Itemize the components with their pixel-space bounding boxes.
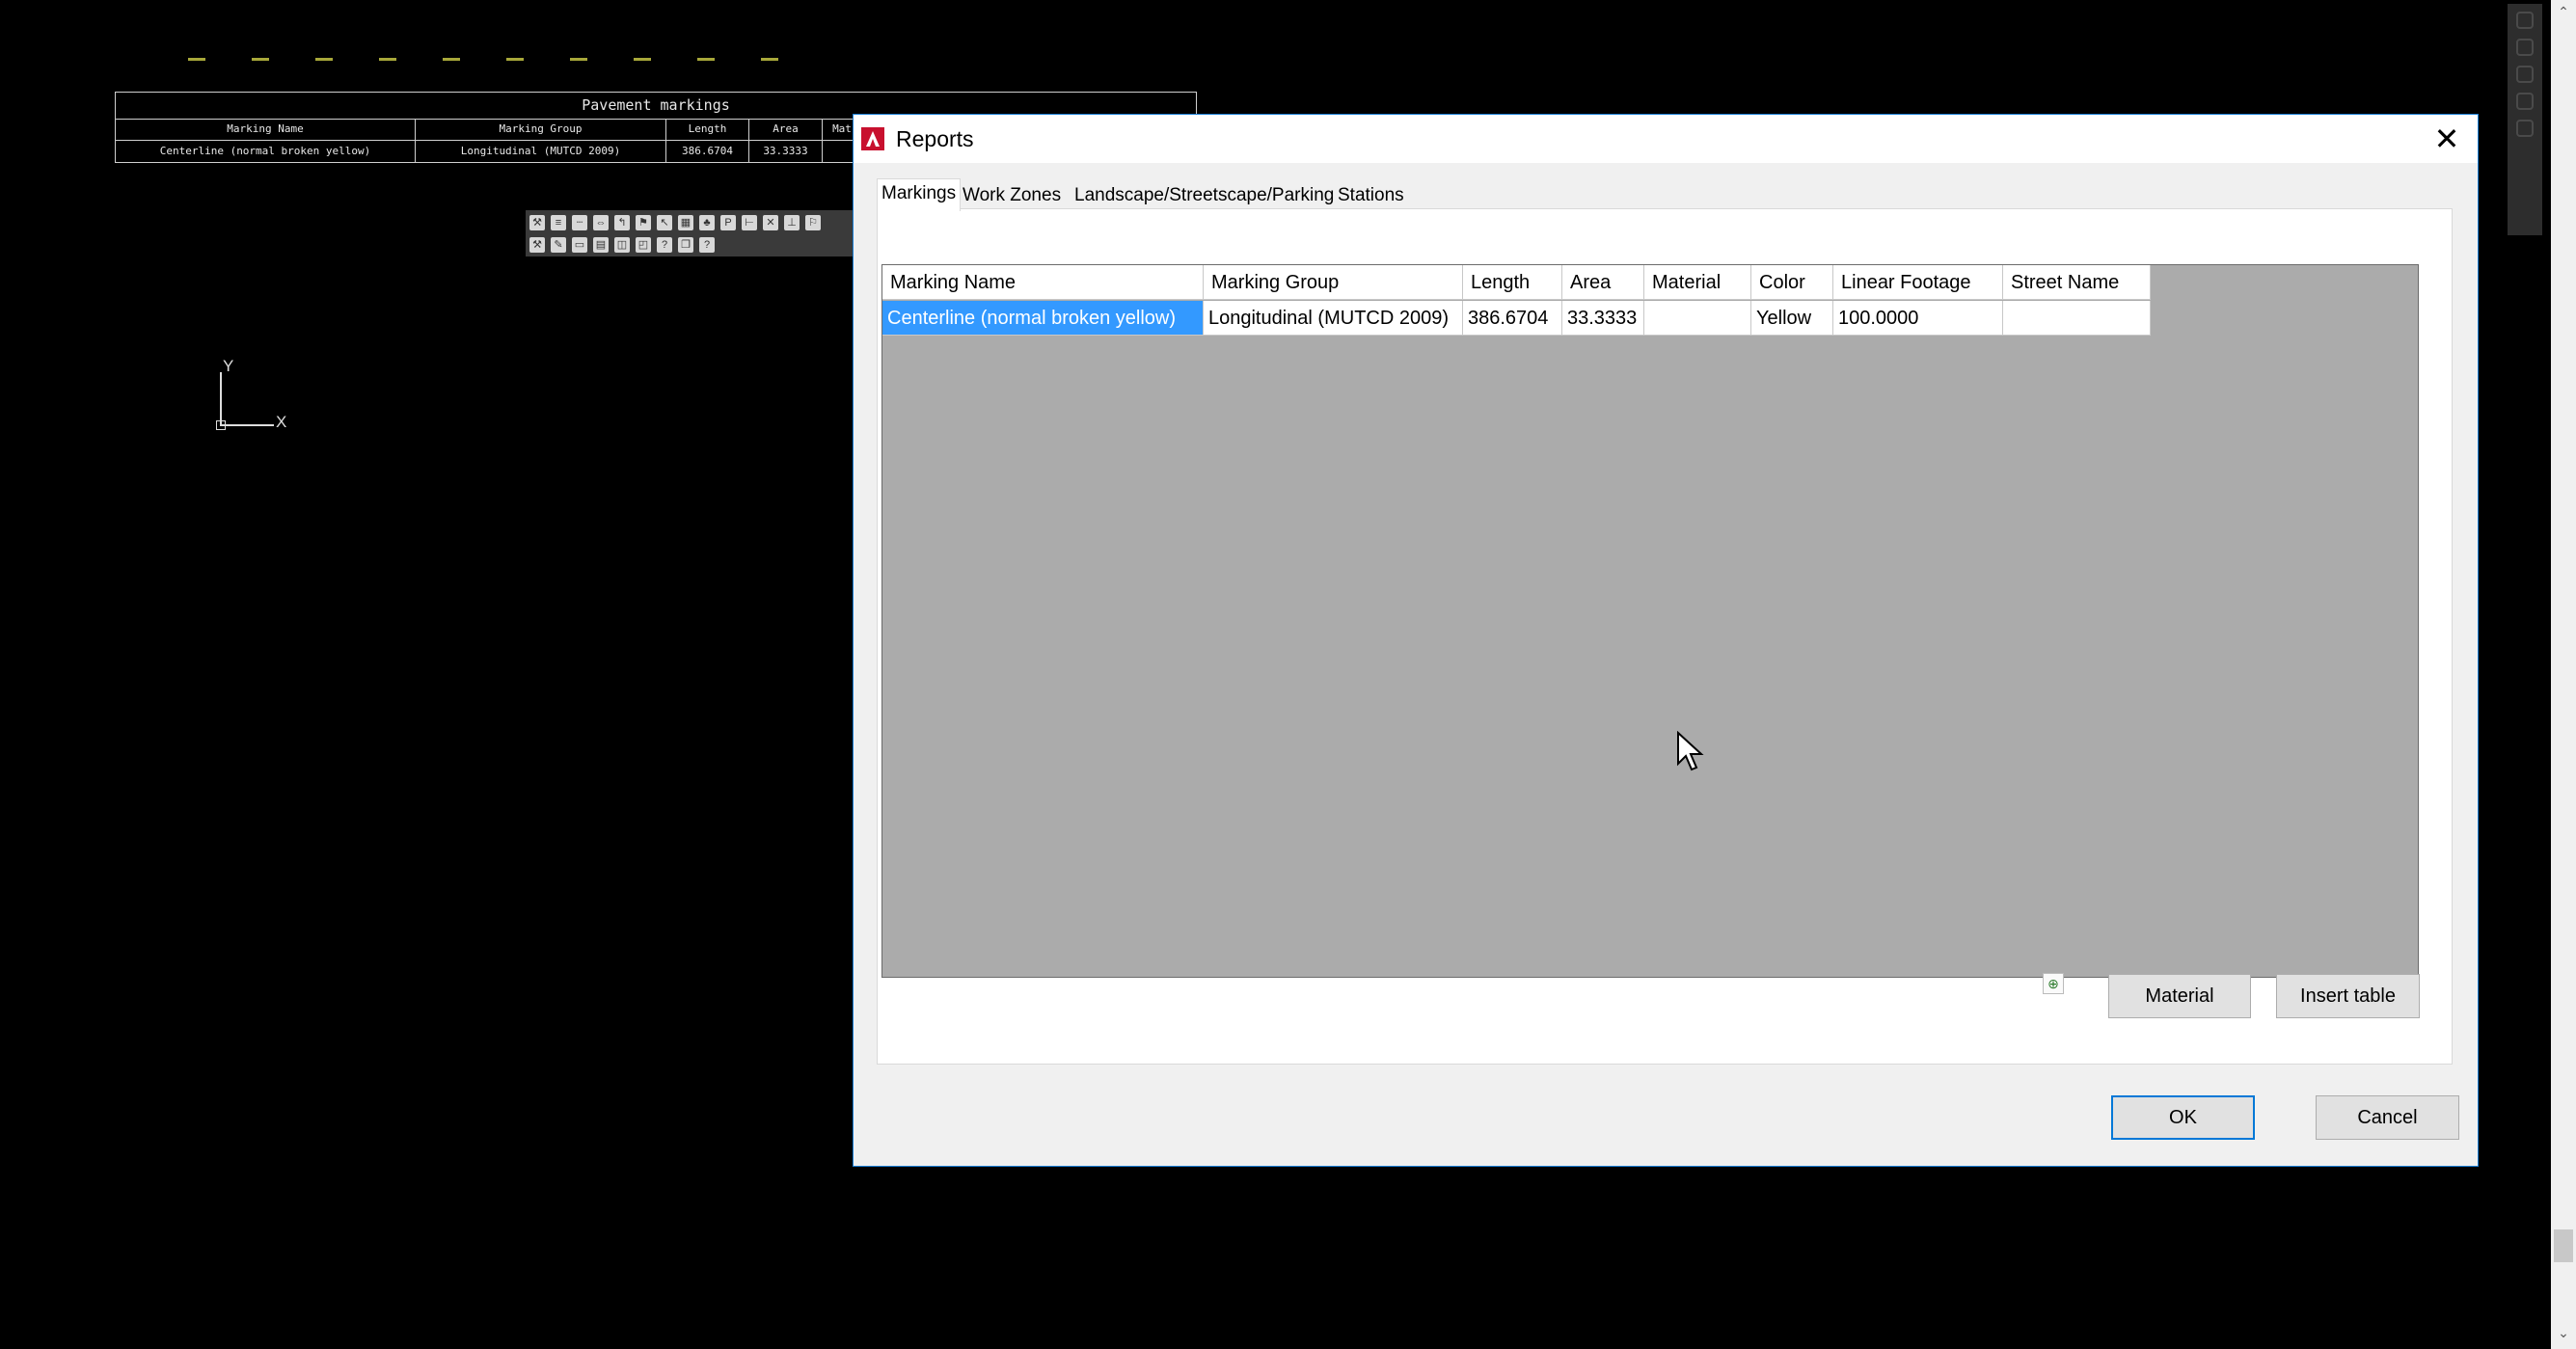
cursor-icon[interactable]: ↖ [657,215,672,230]
grid-cell-marking-group[interactable]: Longitudinal (MUTCD 2009) [1204,301,1463,336]
cad-header-cell: Marking Name [116,119,416,140]
scroll-up-icon[interactable]: ⌃ [2551,0,2576,23]
cad-header-cell: Area [749,119,823,140]
grid-header-street-name[interactable]: Street Name [2003,265,2151,300]
ucs-icon: Y X [216,357,293,432]
tab-work-zones[interactable]: Work Zones [959,182,1066,209]
material-button[interactable]: Material [2108,974,2251,1018]
cad-data-cell: 33.3333 [749,141,823,162]
grid-header-length[interactable]: Length [1463,265,1562,300]
grid-cell-length[interactable]: 386.6704 [1463,301,1562,336]
cross-icon[interactable]: ✕ [763,215,778,230]
wrench-icon[interactable]: ⚒ [529,237,545,253]
tree-icon[interactable]: ♣ [699,215,715,230]
align-icon[interactable]: ⊥ [784,215,800,230]
tab-markings[interactable]: Markings [877,178,962,211]
cad-data-cell: 386.6704 [666,141,749,162]
cad-data-cell: Centerline (normal broken yellow) [116,141,416,162]
yellow-broken-centerline [183,58,800,64]
marking-icon[interactable]: ▭ [572,237,587,253]
close-icon[interactable]: ✕ [2429,122,2464,155]
cad-data-cell: Longitudinal (MUTCD 2009) [416,141,666,162]
question-icon[interactable]: ? [657,237,672,253]
grid-cell-street-name[interactable] [2003,301,2151,336]
ucs-y-label: Y [223,357,234,375]
tab-landscape-streetscape-parking[interactable]: Landscape/Streetscape/Parking [1071,182,1339,209]
grid-header-area[interactable]: Area [1562,265,1644,300]
zone-icon[interactable]: ◫ [614,237,630,253]
line-icon[interactable]: ┄ [572,215,587,230]
list-icon[interactable]: ≡ [551,215,566,230]
table-icon[interactable]: ▤ [593,237,609,253]
dialog-title: Reports [896,126,974,151]
grid-cell-material[interactable] [1644,301,1751,336]
grid-header-material[interactable]: Material [1644,265,1751,300]
steering-wheel-icon[interactable] [2516,12,2534,29]
grid-cell-linear-footage[interactable]: 100.0000 [1833,301,2003,336]
ucs-x-label: X [276,413,287,431]
grid-icon[interactable]: ▦ [678,215,693,230]
grid-cell-marking-name[interactable]: Centerline (normal broken yellow) [882,301,1204,336]
measure-icon[interactable]: ⊢ [742,215,757,230]
scroll-down-icon[interactable]: ⌄ [2551,1321,2576,1344]
flag-icon[interactable]: ⚐ [805,215,821,230]
grid-header-marking-group[interactable]: Marking Group [1204,265,1463,300]
wrench-icon[interactable]: ⚒ [529,215,545,230]
reports-dialog: Reports ✕ Markings Work Zones Landscape/… [853,114,2479,1167]
grid-cell-color[interactable]: Yellow [1751,301,1833,336]
dimension-icon[interactable]: ⇔ [593,215,609,230]
arrow-icon[interactable]: ↰ [614,215,630,230]
cad-header-cell: Marking Group [416,119,666,140]
orbit-icon[interactable] [2516,93,2534,110]
cancel-button[interactable]: Cancel [2316,1095,2459,1140]
mouse-pointer-icon [1677,731,1704,771]
station-icon[interactable]: ◰ [636,237,651,253]
vertical-scrollbar[interactable]: ⌃ ⌄ [2551,0,2576,1349]
insert-table-button[interactable]: Insert table [2276,974,2420,1018]
grid-cell-area[interactable]: 33.3333 [1562,301,1644,336]
cad-header-cell: Length [666,119,749,140]
pan-icon[interactable] [2516,39,2534,56]
tab-stations[interactable]: Stations [1334,182,1408,209]
help-icon[interactable]: ? [699,237,715,253]
navigation-bar[interactable] [2508,4,2542,235]
sign-icon[interactable]: ⚑ [636,215,651,230]
autocad-app-icon [861,127,884,150]
ok-button[interactable]: OK [2111,1095,2255,1140]
zoom-to-marking-icon[interactable]: ⊕ [2043,973,2064,994]
dialog-titlebar[interactable]: Reports ✕ [854,115,2478,163]
windows-icon[interactable]: ❐ [678,237,693,253]
pencil-icon[interactable]: ✎ [551,237,566,253]
markings-grid[interactable]: Marking Name Marking Group Length Area M… [881,264,2419,978]
grid-header-marking-name[interactable]: Marking Name [882,265,1204,300]
floating-toolbar[interactable]: ⚒ ≡ ┄ ⇔ ↰ ⚑ ↖ ▦ ♣ P ⊢ ✕ ⊥ ⚐ ⚒ ✎ ▭ ▤ ◫ ◰ … [526,210,854,256]
showmotion-icon[interactable] [2516,120,2534,137]
parking-icon[interactable]: P [720,215,736,230]
grid-header-linear-footage[interactable]: Linear Footage [1833,265,2003,300]
scroll-thumb[interactable] [2554,1229,2573,1262]
zoom-icon[interactable] [2516,66,2534,83]
grid-header-color[interactable]: Color [1751,265,1833,300]
